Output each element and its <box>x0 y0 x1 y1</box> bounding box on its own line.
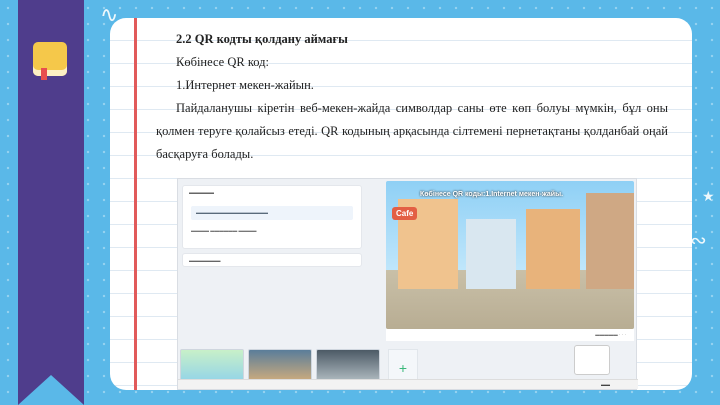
building <box>466 219 516 289</box>
embedded-screenshot: ▬▬▬▬▬ ▬▬▬▬▬▬▬▬▬▬▬▬▬▬▬▬ ▬▬▬▬ ▬▬▬▬▬▬ ▬▬▬▬ … <box>177 178 638 390</box>
cafe-sign: Cafe <box>392 207 418 220</box>
collapsed-section: ▬▬▬▬▬▬▬ <box>182 253 362 267</box>
building <box>526 209 580 289</box>
taskbar: ▬▬ <box>178 379 638 389</box>
ribbon-tip <box>18 375 84 405</box>
panel-title-placeholder: ▬▬▬▬▬ <box>189 190 214 196</box>
margin-line <box>134 18 137 390</box>
book-icon <box>33 42 67 76</box>
panel-footer-placeholder: ▬▬▬▬ ▬▬▬▬▬▬ ▬▬▬▬ <box>191 228 257 233</box>
taskbar-clock-placeholder: ▬▬ <box>601 382 610 387</box>
swirl-decoration: ∾ <box>690 230 707 252</box>
paragraph: Пайдаланушы кіретін веб-мекен-жайда симв… <box>156 101 668 161</box>
editor-panel: ▬▬▬▬▬ ▬▬▬▬▬▬▬▬▬▬▬▬▬▬▬▬ ▬▬▬▬ ▬▬▬▬▬▬ ▬▬▬▬ <box>182 185 362 249</box>
floating-toolbar[interactable] <box>574 345 610 375</box>
bookmark-icon <box>41 68 47 80</box>
document-text: 2.2 QR кодты қолдану аймағы Көбінесе QR … <box>156 28 668 166</box>
video-preview: Cafe Көбінесе QR коды:1.Internet мекен-ж… <box>386 181 634 329</box>
building <box>586 193 634 289</box>
text-line: 1.Интернет мекен-жайын. <box>176 78 314 92</box>
video-controls[interactable]: ▬▬▬▬▬ · · · <box>386 329 634 341</box>
notebook-page: 2.2 QR кодты қолдану аймағы Көбінесе QR … <box>110 18 692 390</box>
text-line: Көбінесе QR код: <box>176 55 269 69</box>
section-heading: 2.2 QR кодты қолдану аймағы <box>176 32 348 46</box>
star-decoration: ★ <box>702 188 715 204</box>
prompt-field: ▬▬▬▬▬▬▬▬▬▬▬▬▬▬▬▬ <box>191 206 353 220</box>
video-caption: Көбінесе QR коды:1.Internet мекен-жайы. <box>420 191 564 198</box>
